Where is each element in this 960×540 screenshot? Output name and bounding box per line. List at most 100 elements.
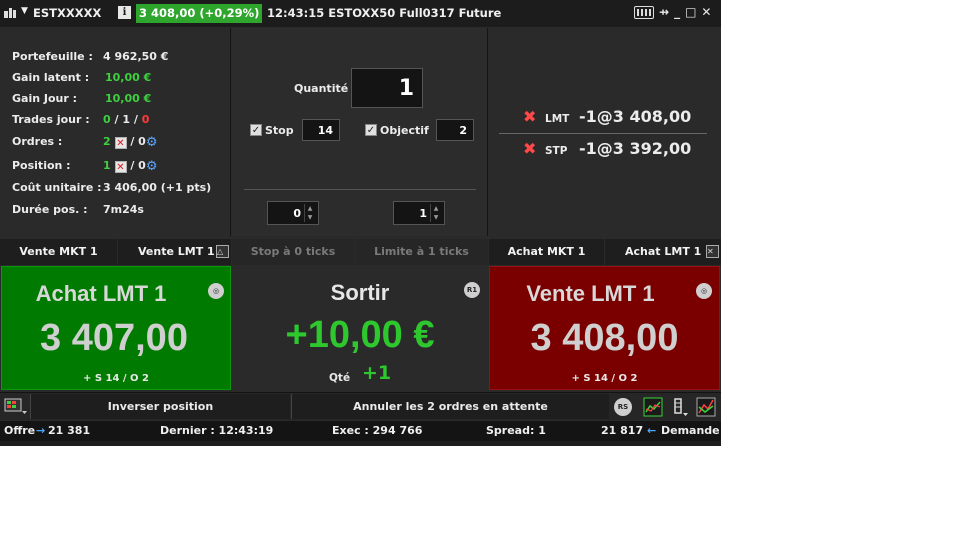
cancel-order-icon[interactable]: ✖ xyxy=(523,109,536,125)
arrow-left-icon: ← xyxy=(647,424,657,437)
sell-limit-tile[interactable]: Vente LMT 1 ◎ 3 408,00 + S 14 / O 2 xyxy=(489,266,720,390)
pin-icon[interactable]: ⇸ xyxy=(659,5,669,19)
gain-latent-label: Gain latent : xyxy=(12,71,90,84)
achat-mkt-button[interactable]: Achat MKT 1 xyxy=(489,239,604,265)
demande-value: 21 817 xyxy=(601,424,644,437)
cancel-orders-icon[interactable]: ✕ xyxy=(114,137,127,149)
gain-latent-row: Gain latent : 10,00 € xyxy=(12,71,151,84)
chart-icon[interactable] xyxy=(643,397,663,417)
duree-label: Durée pos. : xyxy=(12,203,88,216)
reverse-one-icon[interactable]: R1 xyxy=(464,282,480,298)
portefeuille-value: 4 962,50 € xyxy=(103,50,169,63)
buy-price: 3 407,00 xyxy=(40,317,188,359)
position-row: Position : 1 ✕ / 0⚙ xyxy=(12,159,158,174)
gear-icon[interactable]: ⚙ xyxy=(146,135,158,150)
qte-value: +1 xyxy=(362,362,392,384)
gain-jour-row: Gain Jour : 10,00 € xyxy=(12,92,151,105)
exit-tile-title: Sortir xyxy=(330,280,390,305)
vente-lmt-button[interactable]: Vente LMT 1 △ xyxy=(118,239,231,265)
chevron-down-icon[interactable]: ▼ xyxy=(21,6,28,16)
bottom-toolbar: Inverser position Annuler les 2 ordres e… xyxy=(0,392,721,420)
close-position-icon[interactable]: ✕ xyxy=(114,161,127,173)
close-button[interactable]: ✕ xyxy=(701,5,711,19)
sell-price: 3 408,00 xyxy=(530,317,679,359)
exit-pnl: +10,00 € xyxy=(285,314,435,356)
gain-jour-value: 10,00 € xyxy=(105,92,152,105)
quantity-input[interactable]: 1 xyxy=(351,68,423,108)
objectif-label: Objectif xyxy=(380,124,429,137)
divider xyxy=(499,133,707,134)
exit-tile[interactable]: Sortir R1 +10,00 € Qté +1 xyxy=(232,266,488,390)
order-value[interactable]: -1@3 392,00 xyxy=(579,141,691,157)
stepper-arrows-icon[interactable]: ▲ ▼ xyxy=(304,204,315,222)
buy-limit-tile[interactable]: Achat LMT 1 ◎ 3 407,00 + S 14 / O 2 xyxy=(1,266,231,390)
settings-icon[interactable]: ◎ xyxy=(208,283,224,299)
stop-offset-stepper[interactable]: 0 ▲ ▼ xyxy=(267,201,319,225)
symbol-name[interactable]: ESTXXXXX xyxy=(33,6,101,20)
title-bar: ▼ ESTXXXXX i 3 408,00 (+0,29%) 12:43:15 … xyxy=(0,0,721,27)
working-orders-panel: ✖ LMT -1@3 408,00 ✖ STP -1@3 392,00 xyxy=(489,28,721,236)
trades-label: Trades jour : xyxy=(12,113,90,126)
layout-grid-icon[interactable] xyxy=(4,398,28,416)
order-type: STP xyxy=(545,145,568,157)
info-icon[interactable]: i xyxy=(118,6,131,19)
ordres-row: Ordres : 2 ✕ / 0⚙ xyxy=(12,135,158,150)
objectif-ticks-input[interactable]: 2 xyxy=(436,119,474,141)
achat-lmt-button[interactable]: Achat LMT 1 ✕ xyxy=(605,239,721,265)
duree-row: Durée pos. : 7m24s xyxy=(12,203,144,216)
rs-icon[interactable]: RS xyxy=(614,398,632,416)
arrow-right-icon: → xyxy=(36,424,46,437)
demande-label: Demande xyxy=(661,424,720,437)
stop-ticks-input[interactable]: 14 xyxy=(302,119,340,141)
keyboard-icon[interactable] xyxy=(634,5,654,19)
portefeuille-label: Portefeuille : xyxy=(12,50,93,63)
triangle-icon[interactable]: △ xyxy=(216,245,229,258)
ladder-icon[interactable] xyxy=(670,397,690,417)
footer-strip xyxy=(0,441,721,446)
trades-values: 0 / 1 / 0 xyxy=(103,113,150,126)
order-entry-panel: Quantité 1 ✓ Stop 14 ✓ Objectif 2 0 ▲ ▼ 1… xyxy=(232,28,488,236)
account-panel: Portefeuille : 4 962,50 € Gain latent : … xyxy=(0,28,231,236)
cancel-order-icon[interactable]: ✖ xyxy=(523,141,536,157)
settings-icon[interactable]: ◎ xyxy=(696,283,712,299)
stop-checkbox[interactable]: ✓ xyxy=(250,124,262,136)
annuler-ordres-button[interactable]: Annuler les 2 ordres en attente xyxy=(291,394,609,419)
gain-latent-value: 10,00 € xyxy=(105,71,152,84)
maximize-button[interactable]: □ xyxy=(685,5,696,19)
cout-value: 3 406,00 (+1 pts) xyxy=(103,181,212,194)
exec-label: Exec : 294 766 xyxy=(332,424,423,437)
ordres-label: Ordres : xyxy=(12,135,63,148)
gain-jour-label: Gain Jour : xyxy=(12,92,78,105)
minimize-button[interactable]: _ xyxy=(674,5,680,19)
qte-label: Qté xyxy=(329,372,351,384)
vente-mkt-button[interactable]: Vente MKT 1 xyxy=(0,239,117,265)
dernier-label: Dernier : 12:43:19 xyxy=(160,424,274,437)
trade-chart-icon[interactable] xyxy=(696,397,716,417)
quantite-label: Quantité xyxy=(294,82,349,95)
trades-row: Trades jour : 0 / 1 / 0 xyxy=(12,113,149,126)
plug-icon[interactable] xyxy=(3,6,17,20)
cout-label: Coût unitaire : xyxy=(12,181,102,194)
window-controls: ⇸ _ □ ✕ xyxy=(634,5,711,19)
stop-ticks-button[interactable]: Stop à 0 ticks xyxy=(232,239,354,265)
offre-label: Offre xyxy=(4,424,36,437)
limit-offset-stepper[interactable]: 1 ▲ ▼ xyxy=(393,201,445,225)
trading-window: ▼ ESTXXXXX i 3 408,00 (+0,29%) 12:43:15 … xyxy=(0,0,721,446)
position-label: Position : xyxy=(12,159,71,172)
inverser-position-button[interactable]: Inverser position xyxy=(30,394,290,419)
time-contract-label: 12:43:15 ESTOXX50 Full0317 Future xyxy=(267,6,502,20)
limite-ticks-button[interactable]: Limite à 1 ticks xyxy=(355,239,488,265)
divider xyxy=(244,189,476,190)
stepper-arrows-icon[interactable]: ▲ ▼ xyxy=(430,204,441,222)
gear-icon[interactable]: ⚙ xyxy=(146,159,158,174)
sell-tile-sub: + S 14 / O 2 xyxy=(571,373,638,384)
buy-tile-sub: + S 14 / O 2 xyxy=(82,373,149,384)
stop-label: Stop xyxy=(265,124,294,137)
close-icon[interactable]: ✕ xyxy=(706,245,719,258)
portefeuille-row: Portefeuille : 4 962,50 € xyxy=(12,50,168,63)
order-value[interactable]: -1@3 408,00 xyxy=(579,109,691,125)
cout-row: Coût unitaire : 3 406,00 (+1 pts) xyxy=(12,181,211,194)
ordres-values: 2 ✕ / 0⚙ xyxy=(103,135,158,150)
position-values: 1 ✕ / 0⚙ xyxy=(103,159,158,174)
objectif-checkbox[interactable]: ✓ xyxy=(365,124,377,136)
